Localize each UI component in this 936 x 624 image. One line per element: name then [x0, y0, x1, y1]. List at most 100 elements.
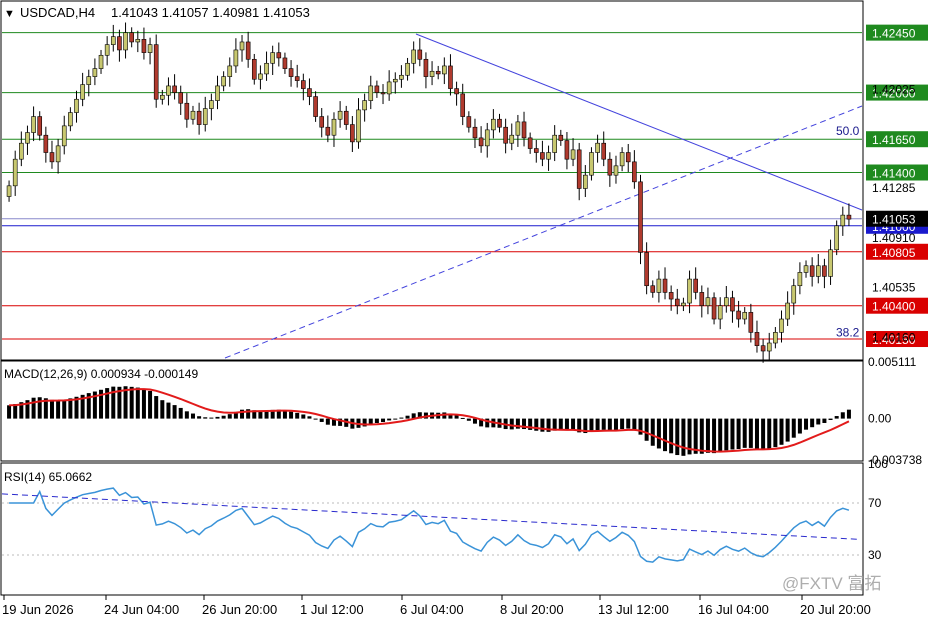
candle-body [160, 94, 165, 100]
macd-histogram-bar [154, 396, 159, 419]
price-scale-tick: 1.40910 [872, 231, 916, 245]
fib-dashed-line [224, 105, 863, 359]
macd-histogram-bar [319, 418, 324, 422]
macd-histogram-bar [178, 407, 183, 419]
candle-body [613, 165, 619, 176]
candle-body [834, 225, 839, 251]
macd-histogram-bar [663, 418, 668, 452]
macd-histogram-bar [761, 418, 766, 450]
candle-body [239, 41, 245, 51]
macd-histogram-bar [148, 390, 153, 419]
candle-body [117, 36, 122, 51]
macd-histogram-bar [558, 418, 563, 430]
candle-body [37, 116, 43, 136]
candle-body [245, 41, 251, 60]
chart-canvas: 1.424501.420001.416501.414001.410001.408… [0, 0, 928, 617]
candle-body [104, 44, 110, 56]
macd-histogram-bar [184, 411, 189, 419]
candle-body [270, 52, 275, 64]
candle-body [724, 297, 729, 307]
candle-body [515, 121, 521, 136]
macd-histogram-bar [834, 416, 839, 419]
rsi-panel-frame [0, 462, 864, 596]
candle-body [233, 49, 239, 67]
macd-histogram-bar [742, 418, 747, 448]
candle-body [258, 73, 263, 80]
candle-body [435, 70, 441, 75]
candle-body [785, 302, 790, 320]
candle-body [25, 132, 30, 144]
candle-body [184, 102, 190, 120]
watermark: @FXTV 富拓 [782, 574, 881, 593]
macd-histogram-bar [381, 418, 386, 423]
candle-body [319, 116, 325, 128]
candle-body [251, 58, 257, 80]
chart-header-symbol: USDCAD,H4 [20, 5, 95, 20]
candle-body [86, 76, 92, 85]
candle-body [595, 142, 600, 153]
macd-histogram-bar [282, 410, 287, 419]
candle-body [815, 265, 821, 277]
time-axis-label: 20 Jul 20:00 [800, 602, 871, 617]
candle-body [92, 68, 98, 77]
candle-body [466, 116, 472, 128]
candle-body [362, 100, 367, 111]
candle-body [227, 65, 233, 77]
candle-body [178, 92, 184, 104]
macd-histogram-bar [405, 415, 410, 419]
candle-body [754, 332, 760, 346]
symbol-dropdown-icon[interactable]: ▼ [4, 8, 15, 20]
candle-body [282, 57, 288, 69]
candle-body [74, 98, 79, 113]
candle-body [822, 265, 827, 277]
time-axis-label: 24 Jun 04:00 [104, 602, 179, 617]
candle-body [527, 137, 533, 149]
candle-body [711, 297, 717, 320]
current-price-label: 1.41053 [872, 213, 916, 227]
macd-histogram-bar [197, 416, 202, 419]
candle-body [55, 145, 61, 163]
candle-body [405, 62, 410, 76]
macd-histogram-bar [393, 418, 398, 420]
candle-body [98, 54, 104, 69]
candle-body [331, 118, 337, 136]
candle-body [766, 342, 772, 352]
time-axis-label: 1 Jul 12:00 [300, 602, 364, 617]
macd-histogram-bar [791, 418, 796, 438]
macd-histogram-bar [374, 418, 379, 424]
macd-signal-line [9, 388, 850, 453]
candle-body [448, 65, 453, 89]
price-scale-tick: 1.40535 [872, 281, 916, 295]
macd-histogram-bar [172, 405, 177, 419]
candle-body [417, 49, 423, 60]
price-scale-tick: 1.40160 [872, 331, 916, 345]
macd-histogram-bar [62, 399, 67, 419]
time-axis-label: 13 Jul 12:00 [598, 602, 669, 617]
price-scale-tick: 1.41285 [872, 181, 916, 195]
candle-body [730, 297, 735, 312]
rsi-scale-tick: 100 [868, 457, 888, 471]
candle-body [668, 292, 674, 300]
chart-header-ohlc: 1.41043 1.41057 1.40981 1.41053 [111, 5, 310, 20]
macd-histogram-bar [571, 418, 576, 431]
candle-body [552, 134, 557, 153]
candle-body [533, 148, 539, 153]
macd-histogram-bar [613, 418, 618, 431]
candle-body [288, 68, 294, 77]
macd-histogram-bar [736, 418, 741, 450]
candle-body [460, 93, 466, 117]
macd-histogram-bar [810, 418, 815, 428]
macd-histogram-bar [828, 418, 833, 420]
level-price-label: 1.40805 [872, 246, 916, 260]
macd-histogram-bar [626, 418, 631, 429]
candle-body [840, 214, 846, 227]
candle-body [699, 292, 705, 307]
candle-body [779, 318, 784, 333]
candle-body [760, 345, 766, 352]
time-axis-label: 19 Jun 2026 [2, 602, 74, 617]
candle-body [264, 62, 269, 75]
candle-body [380, 92, 386, 95]
candle-body [350, 124, 355, 143]
candle-body [123, 32, 128, 51]
macd-histogram-bar [141, 389, 146, 419]
